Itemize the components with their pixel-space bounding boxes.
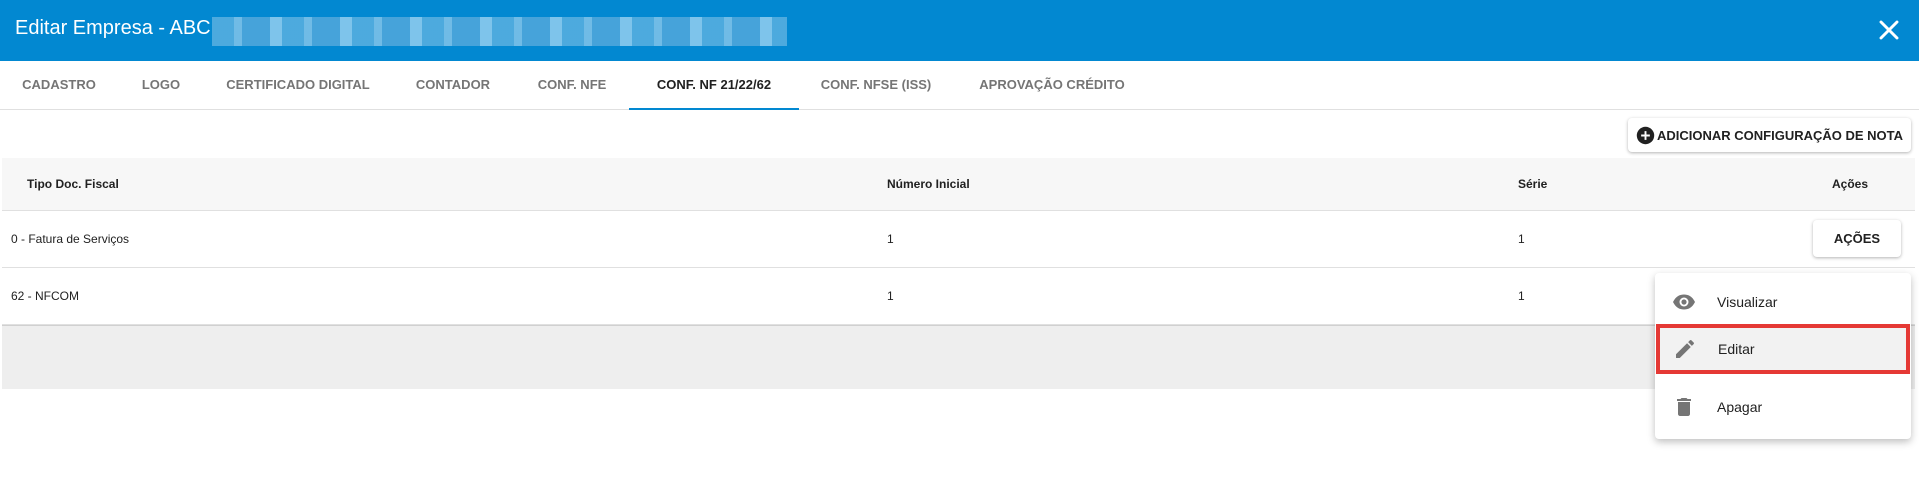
add-note-config-label: ADICIONAR CONFIGURAÇÃO DE NOTA (1657, 127, 1904, 143)
actions-button[interactable]: AÇÕES (1813, 220, 1901, 257)
menu-item-editar[interactable]: Editar (1656, 324, 1910, 374)
dialog-title: Editar Empresa - ABC (15, 17, 211, 39)
menu-item-label: Visualizar (1717, 294, 1778, 310)
plus-circle-icon (1636, 126, 1655, 144)
header-serie: Série (1518, 177, 1548, 191)
tab-conf-nfe[interactable]: CONF. NFE (524, 61, 620, 110)
add-note-config-button[interactable]: ADICIONAR CONFIGURAÇÃO DE NOTA (1628, 118, 1911, 152)
menu-item-visualizar[interactable]: Visualizar (1655, 279, 1911, 325)
table-row: 62 - NFCOM 1 1 (2, 268, 1915, 325)
menu-item-apagar[interactable]: Apagar (1655, 384, 1911, 430)
fiscal-config-table: Tipo Doc. Fiscal Número Inicial Série Aç… (2, 158, 1915, 389)
header-acoes: Ações (1832, 177, 1869, 191)
header-tipo-doc: Tipo Doc. Fiscal (27, 177, 119, 191)
tab-certificado-digital[interactable]: CERTIFICADO DIGITAL (214, 61, 382, 110)
trash-icon (1677, 398, 1691, 416)
table-row: 0 - Fatura de Serviços 1 1 (2, 211, 1915, 268)
redacted-company-name (212, 17, 787, 46)
cell-serie: 1 (1518, 232, 1525, 246)
tab-bar: CADASTRO LOGO CERTIFICADO DIGITAL CONTAD… (0, 61, 1919, 110)
cell-numero: 1 (887, 289, 894, 303)
tab-contador[interactable]: CONTADOR (404, 61, 502, 110)
pencil-icon (1676, 340, 1694, 358)
cell-numero: 1 (887, 232, 894, 246)
cell-serie: 1 (1518, 289, 1525, 303)
dialog-header: Editar Empresa - ABC (0, 0, 1919, 61)
menu-item-label: Editar (1718, 341, 1755, 357)
table-header: Tipo Doc. Fiscal Número Inicial Série Aç… (2, 158, 1915, 211)
menu-item-label: Apagar (1717, 399, 1763, 415)
close-icon[interactable] (1873, 14, 1905, 46)
tab-logo[interactable]: LOGO (130, 61, 192, 110)
tab-aprovacao-credito[interactable]: APROVAÇÃO CRÉDITO (966, 61, 1138, 110)
header-numero-inicial: Número Inicial (887, 177, 970, 191)
table-footer (2, 325, 1915, 389)
tab-cadastro[interactable]: CADASTRO (10, 61, 108, 110)
tab-conf-nf-21-22-62[interactable]: CONF. NF 21/22/62 (629, 61, 799, 110)
tab-conf-nfse-iss[interactable]: CONF. NFSE (ISS) (808, 61, 944, 110)
actions-menu: Visualizar Editar Apagar (1655, 273, 1911, 439)
eye-icon (1673, 294, 1695, 310)
cell-tipo: 62 - NFCOM (11, 289, 80, 303)
cell-tipo: 0 - Fatura de Serviços (11, 232, 130, 246)
